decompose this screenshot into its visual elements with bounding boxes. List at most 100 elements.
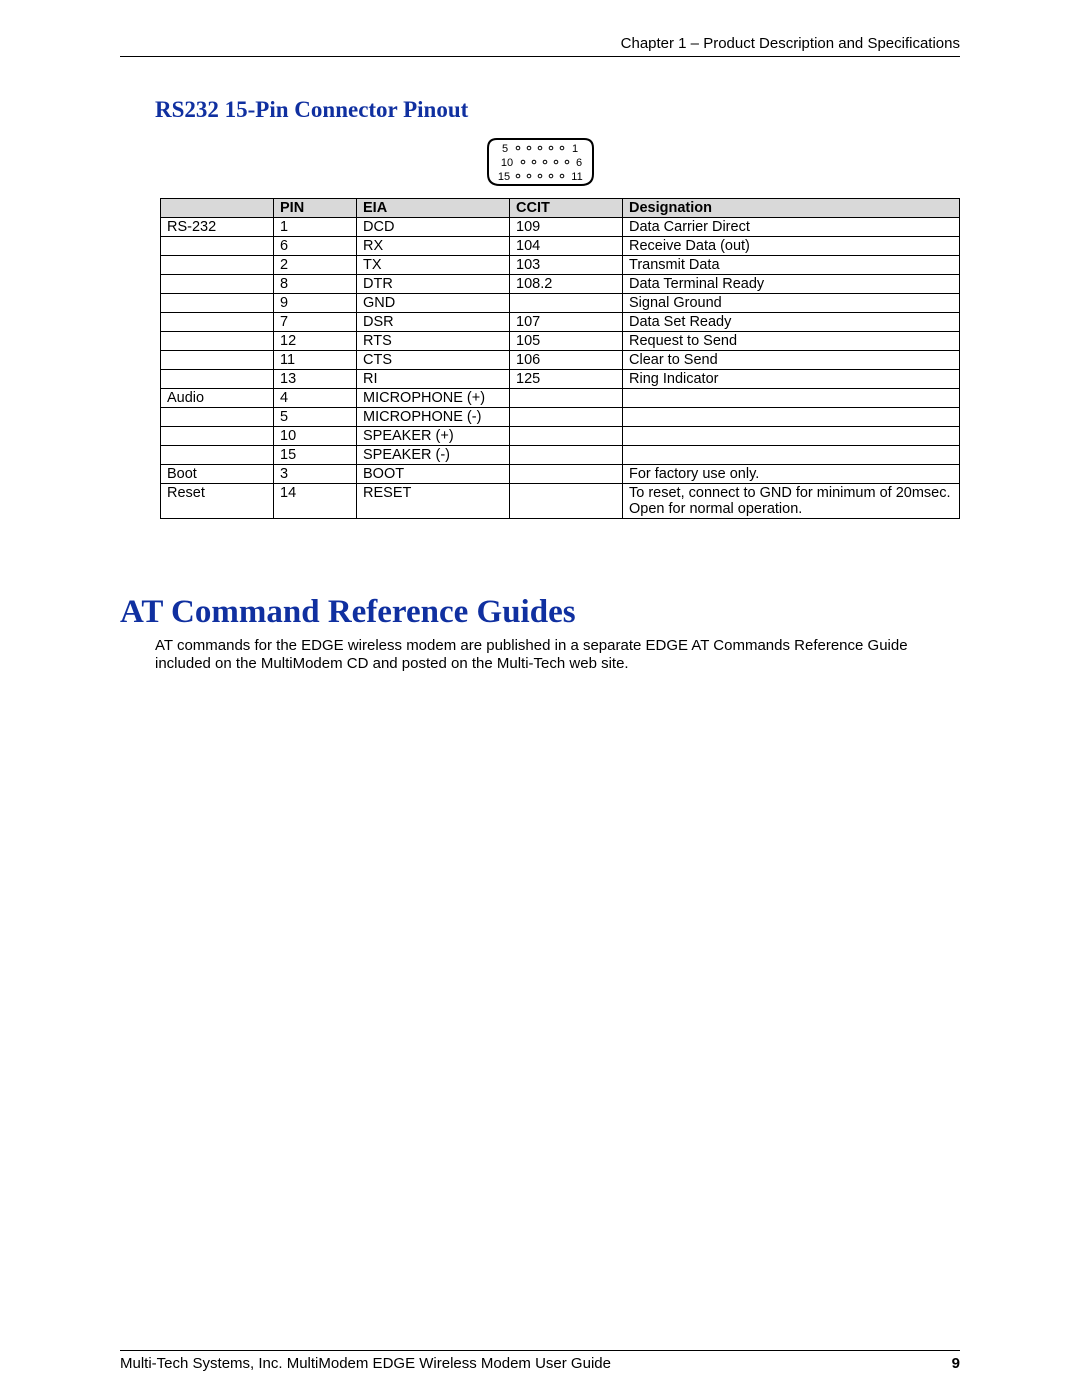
cell-ccit bbox=[510, 389, 623, 408]
table-row: 6RX104Receive Data (out) bbox=[161, 237, 960, 256]
cell-designation: For factory use only. bbox=[623, 465, 960, 484]
cell-eia: BOOT bbox=[357, 465, 510, 484]
cell-eia: MICROPHONE (-) bbox=[357, 408, 510, 427]
cell-pin: 3 bbox=[274, 465, 357, 484]
cell-pin: 11 bbox=[274, 351, 357, 370]
cell-eia: DSR bbox=[357, 313, 510, 332]
cell-eia: DTR bbox=[357, 275, 510, 294]
cell-ccit bbox=[510, 484, 623, 519]
cell-group: Reset bbox=[161, 484, 274, 519]
cell-group bbox=[161, 332, 274, 351]
cell-ccit: 106 bbox=[510, 351, 623, 370]
table-row: 15SPEAKER (-) bbox=[161, 446, 960, 465]
table-row: 12RTS105Request to Send bbox=[161, 332, 960, 351]
cell-designation: Signal Ground bbox=[623, 294, 960, 313]
section-title: RS232 15-Pin Connector Pinout bbox=[155, 97, 960, 123]
cell-designation: Receive Data (out) bbox=[623, 237, 960, 256]
main-heading: AT Command Reference Guides bbox=[120, 594, 960, 631]
header-designation: Designation bbox=[623, 199, 960, 218]
header-ccit: CCIT bbox=[510, 199, 623, 218]
table-row: Reset14RESET To reset, connect to GND for… bbox=[161, 484, 960, 519]
cell-pin: 8 bbox=[274, 275, 357, 294]
body-text: AT commands for the EDGE wireless modem … bbox=[155, 637, 960, 673]
header-group bbox=[161, 199, 274, 218]
cell-pin: 1 bbox=[274, 218, 357, 237]
cell-pin: 4 bbox=[274, 389, 357, 408]
cell-group bbox=[161, 370, 274, 389]
table-row: 5MICROPHONE (-) bbox=[161, 408, 960, 427]
cell-eia: RESET bbox=[357, 484, 510, 519]
cell-eia: CTS bbox=[357, 351, 510, 370]
connector-diagram: 5 1 10 6 15 11 bbox=[483, 135, 598, 190]
cell-group bbox=[161, 237, 274, 256]
cell-ccit: 104 bbox=[510, 237, 623, 256]
cell-designation: Data Terminal Ready bbox=[623, 275, 960, 294]
cell-group bbox=[161, 408, 274, 427]
svg-text:15: 15 bbox=[497, 171, 509, 183]
cell-group: Audio bbox=[161, 389, 274, 408]
table-row: 7DSR107Data Set Ready bbox=[161, 313, 960, 332]
cell-ccit: 109 bbox=[510, 218, 623, 237]
cell-eia: RX bbox=[357, 237, 510, 256]
cell-pin: 5 bbox=[274, 408, 357, 427]
chapter-label: Chapter 1 – Product Description and Spec… bbox=[621, 35, 960, 52]
table-row: 9GND Signal Ground bbox=[161, 294, 960, 313]
cell-ccit: 105 bbox=[510, 332, 623, 351]
cell-pin: 9 bbox=[274, 294, 357, 313]
page-footer: Multi-Tech Systems, Inc. MultiModem EDGE… bbox=[120, 1350, 960, 1372]
cell-designation: Data Set Ready bbox=[623, 313, 960, 332]
cell-eia: GND bbox=[357, 294, 510, 313]
svg-text:10: 10 bbox=[500, 157, 512, 169]
cell-designation bbox=[623, 408, 960, 427]
cell-eia: RI bbox=[357, 370, 510, 389]
cell-designation: To reset, connect to GND for minimum of … bbox=[623, 484, 960, 519]
cell-pin: 7 bbox=[274, 313, 357, 332]
cell-designation bbox=[623, 427, 960, 446]
cell-group bbox=[161, 256, 274, 275]
cell-designation: Clear to Send bbox=[623, 351, 960, 370]
cell-eia: SPEAKER (-) bbox=[357, 446, 510, 465]
footer-page-number: 9 bbox=[952, 1355, 960, 1372]
cell-ccit: 107 bbox=[510, 313, 623, 332]
cell-designation bbox=[623, 446, 960, 465]
cell-ccit: 108.2 bbox=[510, 275, 623, 294]
cell-pin: 10 bbox=[274, 427, 357, 446]
cell-eia: MICROPHONE (+) bbox=[357, 389, 510, 408]
cell-designation: Request to Send bbox=[623, 332, 960, 351]
cell-ccit: 125 bbox=[510, 370, 623, 389]
cell-pin: 12 bbox=[274, 332, 357, 351]
cell-pin: 15 bbox=[274, 446, 357, 465]
page-header: Chapter 1 – Product Description and Spec… bbox=[120, 35, 960, 57]
cell-eia: RTS bbox=[357, 332, 510, 351]
cell-designation: Transmit Data bbox=[623, 256, 960, 275]
cell-ccit bbox=[510, 408, 623, 427]
cell-group bbox=[161, 446, 274, 465]
cell-group bbox=[161, 351, 274, 370]
cell-ccit bbox=[510, 465, 623, 484]
svg-text:6: 6 bbox=[575, 157, 581, 169]
cell-designation bbox=[623, 389, 960, 408]
table-header-row: PIN EIA CCIT Designation bbox=[161, 199, 960, 218]
cell-group: Boot bbox=[161, 465, 274, 484]
cell-eia: DCD bbox=[357, 218, 510, 237]
cell-group bbox=[161, 275, 274, 294]
table-row: 10SPEAKER (+) bbox=[161, 427, 960, 446]
table-row: 8DTR108.2Data Terminal Ready bbox=[161, 275, 960, 294]
svg-text:11: 11 bbox=[571, 171, 582, 183]
table-row: 11CTS106Clear to Send bbox=[161, 351, 960, 370]
cell-pin: 14 bbox=[274, 484, 357, 519]
cell-ccit: 103 bbox=[510, 256, 623, 275]
table-row: 2TX103Transmit Data bbox=[161, 256, 960, 275]
pinout-table: PIN EIA CCIT Designation RS-2321DCD109Da… bbox=[160, 198, 960, 519]
footer-text: Multi-Tech Systems, Inc. MultiModem EDGE… bbox=[120, 1355, 611, 1372]
table-row: RS-2321DCD109Data Carrier Direct bbox=[161, 218, 960, 237]
cell-ccit bbox=[510, 446, 623, 465]
cell-group bbox=[161, 313, 274, 332]
cell-group bbox=[161, 427, 274, 446]
table-row: Audio4MICROPHONE (+) bbox=[161, 389, 960, 408]
table-row: Boot3BOOT For factory use only. bbox=[161, 465, 960, 484]
svg-text:5: 5 bbox=[501, 143, 507, 155]
cell-ccit bbox=[510, 427, 623, 446]
cell-eia: TX bbox=[357, 256, 510, 275]
svg-text:1: 1 bbox=[571, 143, 577, 155]
